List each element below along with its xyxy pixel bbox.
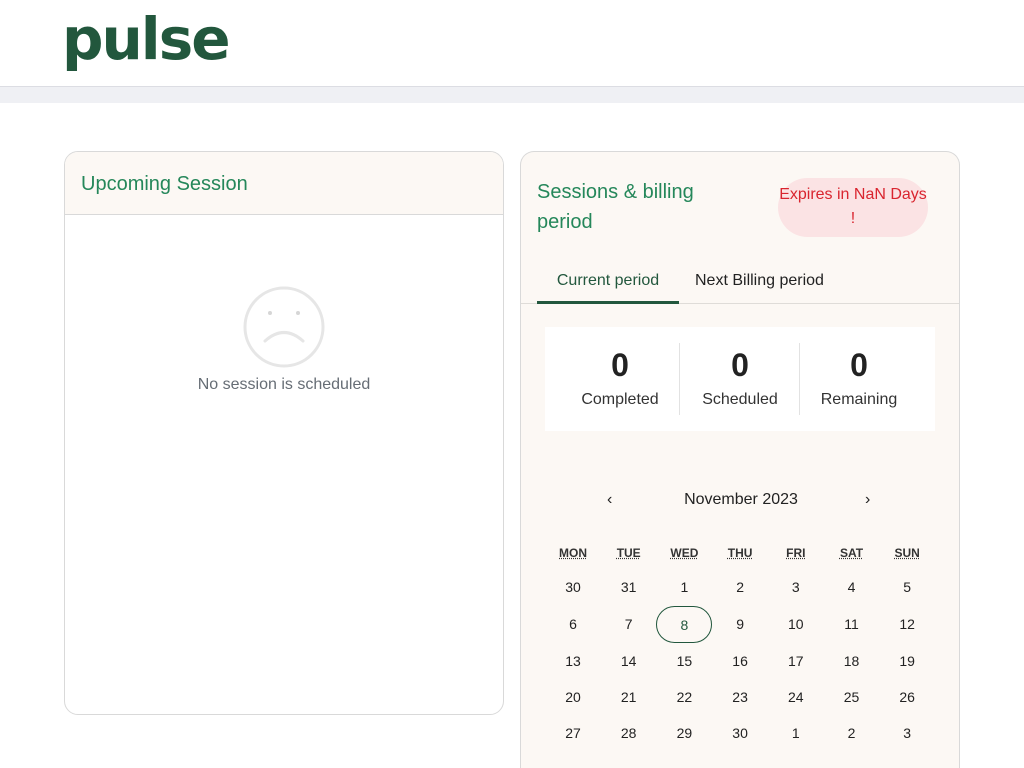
calendar-day[interactable]: 25	[824, 679, 880, 716]
calendar-day[interactable]: 11	[824, 606, 880, 643]
sad-face-icon	[243, 286, 325, 368]
calendar-prev-month-button[interactable]: ‹	[607, 488, 612, 512]
calendar-day[interactable]: 6	[545, 606, 601, 643]
calendar-day[interactable]: 18	[824, 643, 880, 680]
stat-label: Scheduled	[702, 391, 778, 408]
calendar-day[interactable]: 30	[712, 715, 768, 752]
calendar-day[interactable]: 28	[601, 715, 657, 752]
calendar-day[interactable]: 13	[545, 643, 601, 680]
calendar-day[interactable]: 3	[879, 715, 935, 752]
calendar-day[interactable]: 22	[656, 679, 712, 716]
stat-value: 0	[611, 347, 629, 383]
weekday-tue: TUE	[616, 546, 641, 560]
upcoming-session-card: Upcoming Session No session is scheduled	[64, 151, 504, 715]
upcoming-session-title: Upcoming Session	[81, 173, 248, 195]
calendar-day[interactable]: 10	[768, 606, 824, 643]
calendar-day[interactable]: 31	[601, 569, 657, 606]
calendar-day[interactable]: 2	[712, 569, 768, 606]
sessions-billing-title: Sessions & billing period	[537, 181, 694, 233]
calendar-day[interactable]: 30	[545, 569, 601, 606]
stat-scheduled: 0 Scheduled	[680, 343, 800, 409]
stat-label: Completed	[581, 391, 659, 408]
calendar-day[interactable]: 21	[601, 679, 657, 716]
calendar-next-month-button[interactable]: ›	[865, 488, 870, 512]
calendar-day[interactable]: 9	[712, 606, 768, 643]
calendar-day-today[interactable]: 8	[656, 606, 713, 643]
top-bar: pulse	[0, 0, 1024, 87]
calendar-day[interactable]: 4	[824, 569, 880, 606]
upcoming-session-header: Upcoming Session	[65, 152, 503, 215]
calendar-day[interactable]: 14	[601, 643, 657, 680]
tab-current-period[interactable]: Current period	[537, 262, 679, 304]
calendar-day[interactable]: 26	[879, 679, 935, 716]
empty-state-message: No session is scheduled	[197, 376, 371, 393]
calendar-day[interactable]: 23	[712, 679, 768, 716]
header-divider-strip	[0, 87, 1024, 103]
stat-completed: 0 Completed	[560, 343, 680, 409]
weekday-sat: SAT	[839, 546, 864, 560]
calendar-day[interactable]: 16	[712, 643, 768, 680]
calendar-day[interactable]: 1	[656, 569, 712, 606]
stat-remaining: 0 Remaining	[799, 343, 919, 409]
calendar-day[interactable]: 27	[545, 715, 601, 752]
calendar-day[interactable]: 2	[824, 715, 880, 752]
calendar-day[interactable]: 17	[768, 643, 824, 680]
weekday-mon: MON	[559, 546, 587, 560]
tab-next-billing-period[interactable]: Next Billing period	[695, 262, 824, 304]
calendar-day[interactable]: 5	[879, 569, 935, 606]
stat-value: 0	[850, 347, 868, 383]
stat-label: Remaining	[820, 391, 898, 408]
calendar-day[interactable]: 29	[656, 715, 712, 752]
calendar-day[interactable]: 19	[879, 643, 935, 680]
session-stats: 0 Completed 0 Scheduled 0 Remaining	[545, 327, 935, 431]
weekday-fri: FRI	[786, 546, 806, 560]
billing-period-tabs: Current period Next Billing period	[521, 262, 959, 304]
pulse-logo[interactable]: pulse	[62, 2, 231, 76]
calendar-day[interactable]: 1	[768, 715, 824, 752]
calendar-day[interactable]: 12	[879, 606, 935, 643]
expiry-badge: Expires in NaN Days !	[778, 178, 928, 237]
calendar-day[interactable]: 24	[768, 679, 824, 716]
sessions-billing-card: Sessions & billing period Expires in NaN…	[520, 151, 960, 768]
weekday-wed: WED	[670, 546, 699, 560]
calendar-day[interactable]: 7	[601, 606, 657, 643]
calendar-day[interactable]: 3	[768, 569, 824, 606]
weekday-sun: SUN	[894, 546, 920, 560]
calendar-day[interactable]: 20	[545, 679, 601, 716]
stat-value: 0	[731, 347, 749, 383]
empty-state: No session is scheduled	[65, 286, 503, 394]
calendar-day[interactable]: 15	[656, 643, 712, 680]
weekday-thu: THU	[727, 546, 753, 560]
calendar-month-label[interactable]: November 2023	[661, 488, 821, 512]
